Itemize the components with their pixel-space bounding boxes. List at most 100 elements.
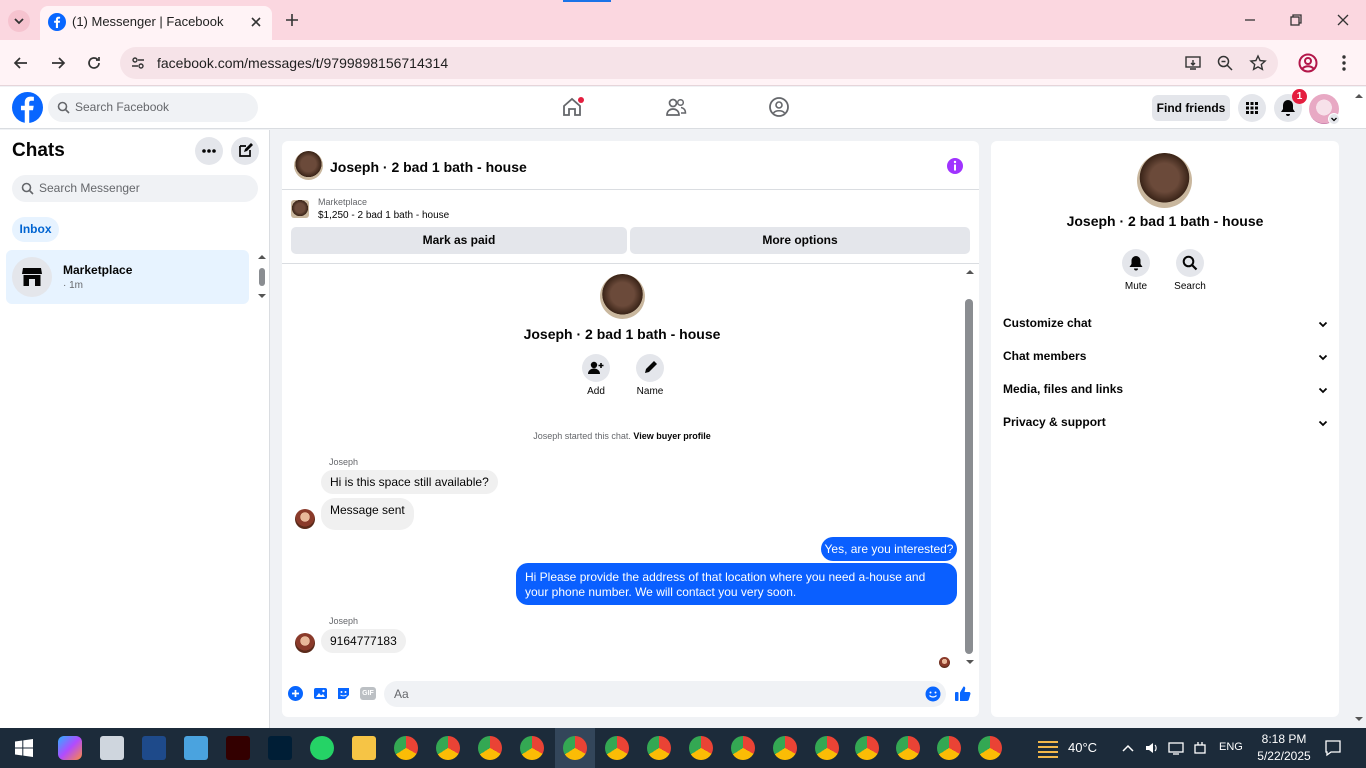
facebook-logo-icon[interactable]	[12, 92, 43, 123]
gif-button[interactable]: GIF	[360, 687, 376, 700]
file-explorer-icon[interactable]	[352, 736, 376, 760]
friends-icon[interactable]	[665, 96, 687, 118]
new-message-button[interactable]	[231, 137, 259, 165]
menu-button[interactable]	[1238, 94, 1266, 122]
address-bar[interactable]: facebook.com/messages/t/9799898156714314	[120, 47, 1278, 79]
bookmark-star-icon[interactable]	[1249, 54, 1267, 72]
scroll-up-arrow-icon[interactable]	[965, 267, 975, 277]
outgoing-message[interactable]: Hi Please provide the address of that lo…	[516, 563, 957, 605]
clock-time[interactable]: 8:18 PM	[1255, 732, 1313, 746]
emoji-icon[interactable]	[925, 686, 941, 702]
search-in-chat-button[interactable]	[1176, 249, 1204, 277]
incoming-message[interactable]: 9164777183	[321, 629, 406, 653]
chrome-icon[interactable]	[647, 736, 671, 760]
add-member-button[interactable]	[582, 354, 610, 382]
sender-avatar[interactable]	[295, 509, 315, 529]
account-menu-toggle[interactable]	[1328, 113, 1340, 125]
copilot-icon[interactable]	[58, 736, 82, 760]
conversation-item-marketplace[interactable]: Marketplace · 1m	[6, 250, 249, 304]
chrome-icon[interactable]	[520, 736, 544, 760]
facebook-search-input[interactable]: Search Facebook	[48, 93, 258, 122]
clock-date[interactable]: 5/22/2025	[1255, 749, 1313, 763]
incoming-message[interactable]: Message sent	[321, 498, 414, 530]
whatsapp-icon[interactable]	[310, 736, 334, 760]
more-options-button[interactable]: More options	[630, 227, 970, 254]
info-icon[interactable]	[946, 157, 964, 175]
incoming-message[interactable]: Hi is this space still available?	[321, 470, 498, 494]
chrome-icon[interactable]	[731, 736, 755, 760]
store-icon[interactable]	[100, 736, 124, 760]
listing-thumbnail[interactable]	[291, 200, 309, 218]
mute-button[interactable]	[1122, 249, 1150, 277]
page-scroll-down-icon[interactable]	[1354, 714, 1364, 724]
close-icon[interactable]	[248, 14, 264, 30]
media-files-links-section[interactable]: Media, files and links	[1003, 382, 1329, 400]
outgoing-message[interactable]: Yes, are you interested?	[821, 537, 957, 561]
tab-search-button[interactable]	[8, 10, 30, 32]
photo-icon[interactable]	[313, 686, 328, 701]
restore-icon[interactable]	[1288, 12, 1304, 28]
chat-title[interactable]: Joseph · 2 bad 1 bath - house	[330, 159, 527, 175]
chrome-icon[interactable]	[815, 736, 839, 760]
temperature[interactable]: 40°C	[1068, 740, 1097, 755]
edit-name-button[interactable]	[636, 354, 664, 382]
profile-icon[interactable]	[1297, 52, 1319, 74]
notification-center-icon[interactable]	[1324, 739, 1342, 757]
sender-avatar[interactable]	[295, 633, 315, 653]
chrome-icon[interactable]	[478, 736, 502, 760]
power-plug-icon[interactable]	[1192, 740, 1208, 756]
remote-desktop-icon[interactable]	[184, 736, 208, 760]
customize-chat-section[interactable]: Customize chat	[1003, 316, 1329, 334]
chrome-icon[interactable]	[978, 736, 1002, 760]
zoom-icon[interactable]	[1216, 54, 1234, 72]
plus-circle-icon[interactable]	[288, 686, 303, 701]
find-friends-button[interactable]: Find friends	[1152, 95, 1230, 121]
page-scroll-up-icon[interactable]	[1354, 91, 1364, 101]
menu-dots-icon[interactable]	[1334, 53, 1354, 73]
view-buyer-profile-link[interactable]: View buyer profile	[633, 431, 710, 441]
photoshop-icon[interactable]	[268, 736, 292, 760]
thumbs-up-icon[interactable]	[954, 685, 971, 702]
install-app-icon[interactable]	[1184, 54, 1202, 72]
reload-icon[interactable]	[85, 54, 103, 72]
chrome-icon[interactable]	[896, 736, 920, 760]
scroll-down-arrow-icon[interactable]	[965, 657, 975, 667]
chrome-icon[interactable]	[605, 736, 629, 760]
browser-tab-active[interactable]: (1) Messenger | Facebook	[40, 6, 272, 40]
dev-app-icon[interactable]	[142, 736, 166, 760]
message-list[interactable]: Joseph · 2 bad 1 bath - house Add Name J…	[282, 263, 979, 675]
mark-as-paid-button[interactable]: Mark as paid	[291, 227, 627, 254]
chat-thread-avatar[interactable]	[294, 151, 323, 180]
chat-members-section[interactable]: Chat members	[1003, 349, 1329, 367]
chrome-icon[interactable]	[436, 736, 460, 760]
windows-start-icon[interactable]	[15, 739, 33, 757]
minimize-icon[interactable]	[1242, 12, 1258, 28]
sidebar-scrollbar[interactable]	[257, 254, 267, 302]
listing-title[interactable]: $1,250 - 2 bad 1 bath - house	[318, 210, 449, 221]
chat-scrollbar-thumb[interactable]	[965, 299, 973, 654]
privacy-support-section[interactable]: Privacy & support	[1003, 415, 1329, 433]
window-close-icon[interactable]	[1335, 12, 1351, 28]
chrome-icon[interactable]	[394, 736, 418, 760]
inbox-filter-tab[interactable]: Inbox	[12, 217, 59, 242]
message-input[interactable]: Aa	[384, 681, 946, 707]
weather-haze-icon[interactable]	[1036, 737, 1060, 759]
forward-arrow-icon[interactable]	[49, 54, 67, 72]
chrome-icon[interactable]	[855, 736, 879, 760]
chrome-icon[interactable]	[563, 736, 587, 760]
language-indicator[interactable]: ENG	[1219, 741, 1243, 753]
url-text[interactable]: facebook.com/messages/t/9799898156714314	[157, 55, 448, 71]
site-info-icon[interactable]	[130, 55, 146, 71]
sticker-icon[interactable]	[336, 686, 351, 701]
new-tab-plus-icon[interactable]	[283, 11, 301, 29]
chats-options-button[interactable]	[195, 137, 223, 165]
groups-icon[interactable]	[768, 96, 790, 118]
chrome-icon[interactable]	[689, 736, 713, 760]
volume-icon[interactable]	[1144, 740, 1160, 756]
messenger-search-input[interactable]: Search Messenger	[12, 175, 258, 202]
chrome-icon[interactable]	[937, 736, 961, 760]
back-arrow-icon[interactable]	[12, 54, 30, 72]
network-icon[interactable]	[1168, 740, 1184, 756]
chrome-icon[interactable]	[773, 736, 797, 760]
illustrator-icon[interactable]	[226, 736, 250, 760]
